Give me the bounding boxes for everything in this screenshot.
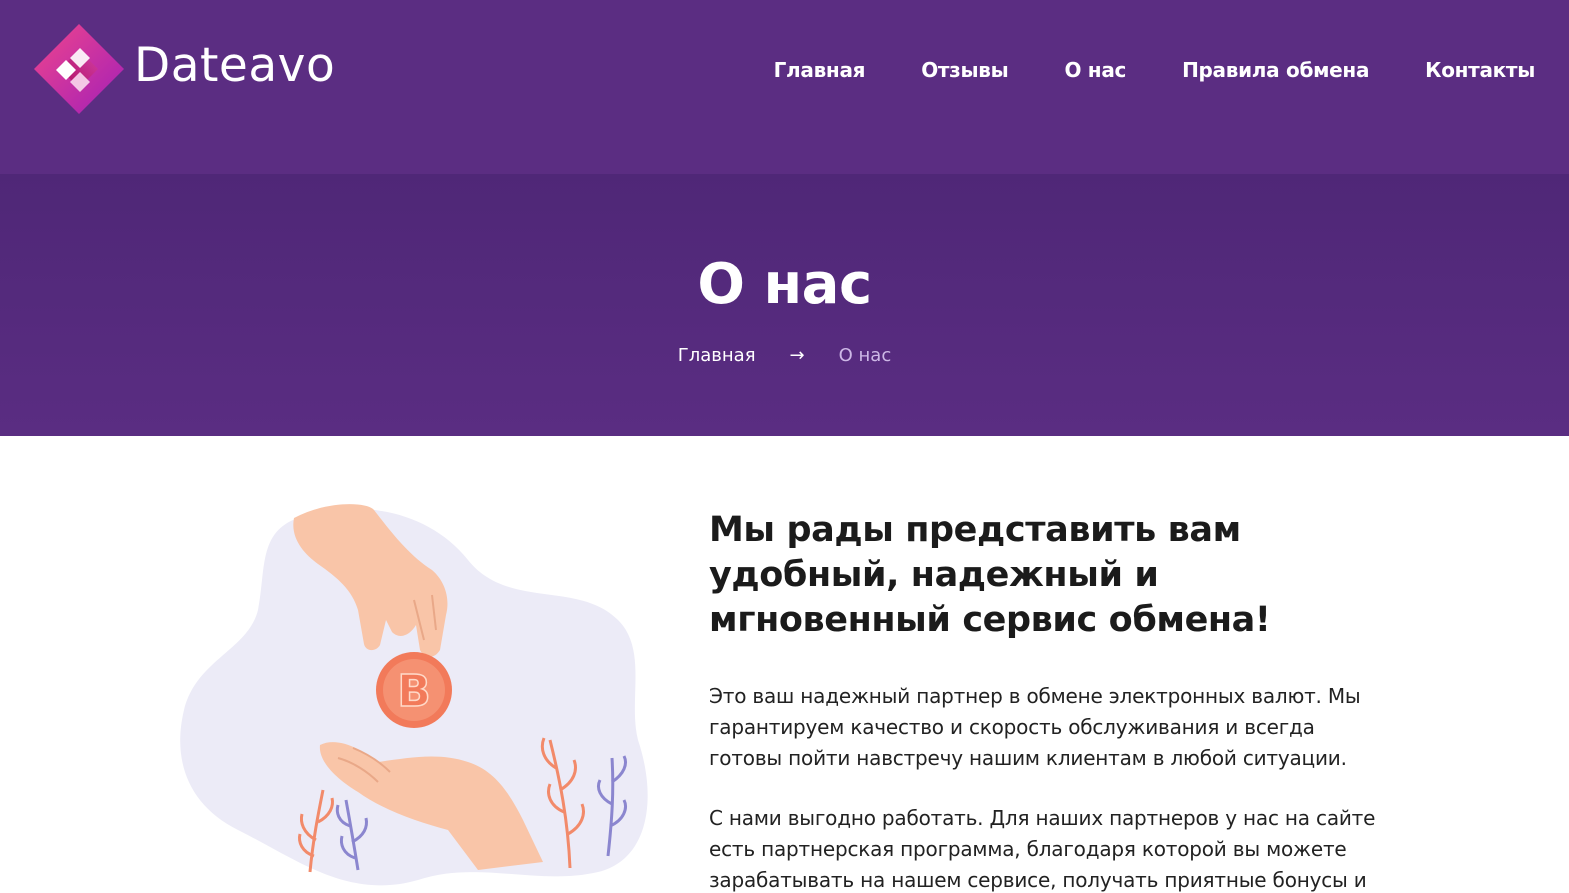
section-heading: Мы рады представить вам удобный, надежны… [709,510,1271,640]
page-hero: О нас Главная → О нас [0,174,1569,436]
nav-item-about[interactable]: О нас [1064,58,1126,82]
main-nav: Главная Отзывы О нас Правила обмена Конт… [718,58,1536,82]
nav-item-contacts[interactable]: Контакты [1425,58,1535,82]
bitcoin-icon: B [376,652,452,728]
hands-coin-illustration: B [178,500,660,893]
breadcrumb-home-link[interactable]: Главная [678,345,756,366]
breadcrumb: Главная → О нас [0,345,1569,366]
page-title: О нас [697,252,872,317]
svg-text:B: B [397,666,431,717]
about-content: Мы рады представить вам удобный, надежны… [709,508,1389,893]
logo-text: Dateavo [134,37,336,93]
nav-item-reviews[interactable]: Отзывы [921,58,1009,82]
paragraph-2: С нами выгодно работать. Для наших партн… [709,806,1376,892]
site-header: Dateavo Главная Отзывы О нас Правила обм… [0,0,1569,174]
paragraph-1: Это ваш надежный партнер в обмене электр… [709,684,1361,770]
breadcrumb-arrow-icon: → [789,345,805,366]
nav-item-home[interactable]: Главная [774,58,866,82]
logo[interactable]: Dateavo [30,20,335,118]
nav-item-exchange-rules[interactable]: Правила обмена [1182,58,1369,82]
logo-icon [30,20,128,118]
breadcrumb-current: О нас [838,345,892,366]
